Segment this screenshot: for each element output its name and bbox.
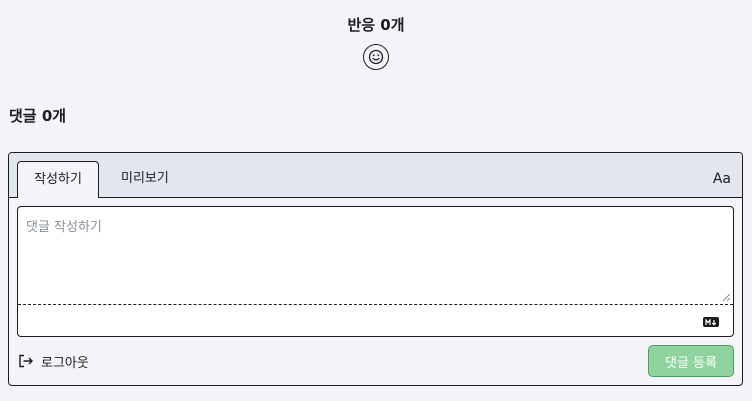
comment-editor [17, 206, 734, 337]
comment-tabbar: 작성하기 미리보기 Aa [9, 153, 742, 198]
tab-preview[interactable]: 미리보기 [121, 161, 169, 198]
comments-title: 댓글 0개 [9, 107, 67, 125]
comment-input[interactable] [18, 207, 733, 305]
font-size-toggle[interactable]: Aa [713, 167, 731, 191]
comment-form: 작성하기 미리보기 Aa 로그아웃 댓글 등록 [8, 152, 743, 386]
logout-label: 로그아웃 [41, 355, 89, 371]
reactions-section: 반응 0개 [0, 14, 752, 70]
logout-link[interactable]: 로그아웃 [18, 351, 89, 371]
smiley-face-icon [368, 49, 384, 65]
reactions-title: 반응 0개 [347, 16, 405, 34]
submit-comment-button[interactable]: 댓글 등록 [648, 345, 734, 377]
resize-grip-icon[interactable] [722, 293, 731, 302]
markdown-icon [703, 317, 719, 327]
add-reaction-button[interactable] [363, 44, 389, 70]
sign-out-icon [19, 354, 33, 368]
tab-write[interactable]: 작성하기 [17, 161, 99, 198]
